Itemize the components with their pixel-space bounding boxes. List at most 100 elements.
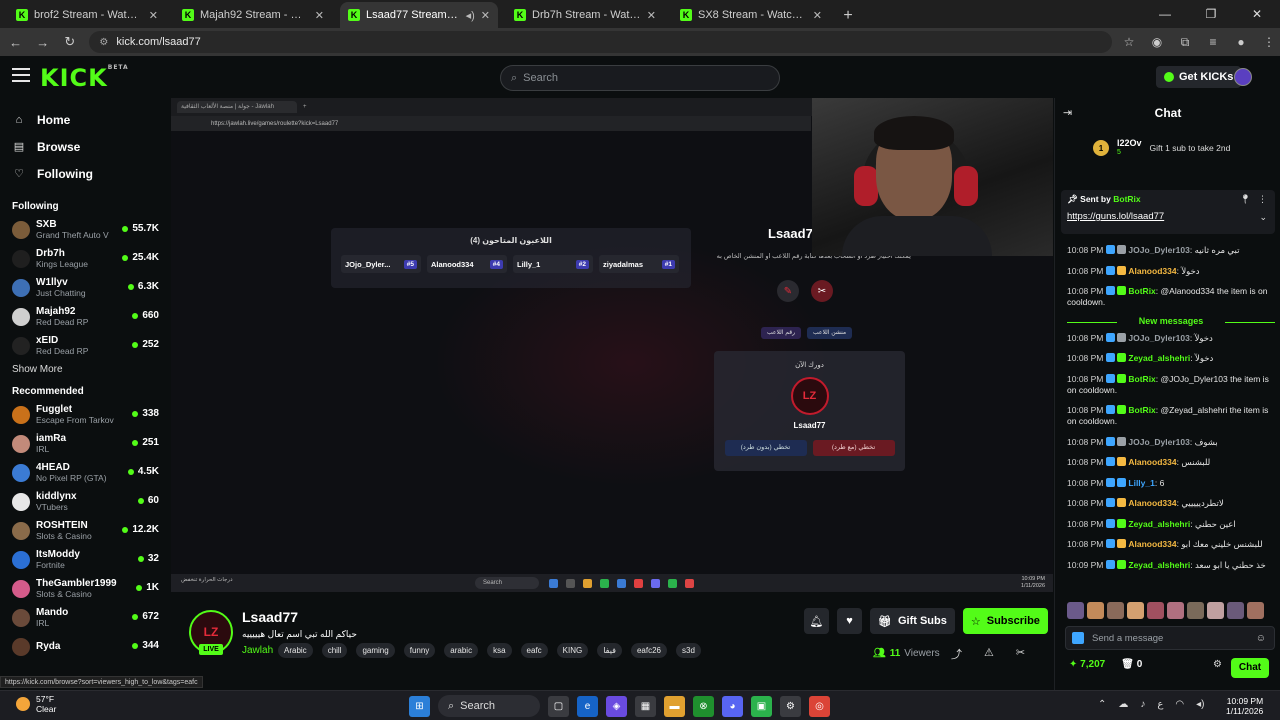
clip-icon[interactable]: ✂ [1016,646,1025,662]
message-user[interactable]: Alanood334 [1128,457,1176,467]
gift-subs-button[interactable]: 🎁︎ Gift Subs [870,608,955,634]
stream-tag[interactable]: KING [556,643,589,658]
reload-icon[interactable]: ↻ [58,30,81,54]
message-user[interactable]: BotRix [1128,286,1155,296]
file-explorer-icon[interactable]: ▬ [664,695,685,717]
more-options-icon[interactable]: ⋮ [1258,194,1267,205]
unpin-icon[interactable]: 📍︎ [1240,194,1251,205]
emote-icon[interactable] [1107,602,1124,619]
message-user[interactable]: BotRix [1128,374,1155,384]
sidebar-channel[interactable]: W1llyv Just Chatting 6.3K [0,273,170,302]
speaker-icon[interactable]: ◂) [466,9,475,22]
microphone-icon[interactable]: ♪ [1140,699,1145,710]
calculator-icon[interactable]: ▦ [635,695,656,717]
close-tab-icon[interactable]: ✕ [481,9,490,22]
emote-icon[interactable] [1087,602,1104,619]
sidebar-nav-following[interactable]: ♡ Following [0,160,170,187]
channel-points[interactable]: ✦ 7,207 [1069,659,1105,670]
message-user[interactable]: Zeyad_alshehri [1128,560,1190,570]
bookmark-star-icon[interactable]: ☆ [1118,31,1140,53]
new-tab-button[interactable]: + [836,4,860,28]
mod-counter[interactable]: 🗑︎ 0 [1121,659,1142,670]
app-icon[interactable]: ▣ [751,695,772,717]
video-player[interactable]: جولة | منصة الألعاب الثقافية - Jawlah + … [171,98,1053,592]
sidebar-channel[interactable]: iamRa IRL 251 [0,429,170,458]
emote-icon[interactable] [1247,602,1264,619]
sidebar-channel[interactable]: SXB Grand Theft Auto V 55.7K [0,215,170,244]
send-chat-button[interactable]: Chat [1231,658,1269,678]
profile-icon[interactable]: ● [1230,31,1252,53]
message-user[interactable]: Lilly_1 [1128,478,1154,488]
stream-category[interactable]: Jawlah [242,645,273,656]
browser-tab[interactable]: KMajah92 Stream - Watch Live o✕ [174,2,332,28]
sidebar-channel[interactable]: Mando IRL 672 [0,603,170,632]
browser-tab[interactable]: Kbrof2 Stream - Watch Live on K✕ [8,2,166,28]
stream-tag[interactable]: funny [403,643,436,658]
xbox-icon[interactable]: ⊗ [693,695,714,717]
message-user[interactable]: Zeyad_alshehri [1128,519,1190,529]
follow-button[interactable]: ♥ [837,608,862,634]
gift-leaderboard[interactable]: 1 l22Ov 5 Gift 1 sub to take 2nd [1093,138,1230,158]
site-info-icon[interactable]: ⚙ [99,37,108,48]
pinned-link[interactable]: https://guns.lol/lsaad77 [1067,211,1269,222]
close-tab-icon[interactable]: ✕ [647,9,656,22]
browser-tab[interactable]: KSX8 Stream - Watch Live on Kic✕ [672,2,830,28]
sidebar-nav-browse[interactable]: ▤ Browse [0,133,170,160]
sidebar-nav-home[interactable]: ⌂ Home [0,106,170,133]
wifi-icon[interactable]: ◠ [1175,699,1184,710]
user-avatar[interactable] [1234,68,1252,86]
menu-icon[interactable]: ⋮ [1258,31,1280,53]
stream-tag[interactable]: chill [321,643,348,658]
media-icon[interactable]: ≡ [1202,31,1224,53]
get-kicks-button[interactable]: Get KICKs [1156,66,1242,88]
message-user[interactable]: Alanood334 [1128,266,1176,276]
emote-icon[interactable] [1167,602,1184,619]
stream-tag[interactable]: فيفا [597,643,622,658]
message-user[interactable]: JOJo_Dyler103 [1128,333,1189,343]
message-user[interactable]: Zeyad_alshehri [1128,353,1190,363]
search-input[interactable]: ⌕ Search [500,65,780,91]
stream-tag[interactable]: gaming [356,643,395,658]
maximize-icon[interactable]: ❐ [1188,0,1234,28]
browser-tab-active[interactable]: KLsaad77 Stream - Watch Live◂)✕ [340,2,498,28]
sidebar-channel[interactable]: ItsModdy Fortnite 32 [0,545,170,574]
emote-icon[interactable] [1207,602,1224,619]
emote-icon[interactable] [1147,602,1164,619]
stream-tag[interactable]: eafc26 [630,643,667,658]
message-user[interactable]: BotRix [1128,405,1155,415]
back-icon[interactable]: ← [4,30,27,54]
emote-icon[interactable] [1127,602,1144,619]
sidebar-channel[interactable]: kiddlynx VTubers 60 [0,487,170,516]
language-icon[interactable]: ع [1157,699,1163,710]
volume-icon[interactable]: ◂) [1196,699,1204,710]
close-tab-icon[interactable]: ✕ [315,9,324,22]
close-window-icon[interactable]: ✕ [1234,0,1280,28]
emote-icon[interactable] [1227,602,1244,619]
system-clock[interactable]: 10:09 PM 1/11/2026 [1226,696,1263,716]
sidebar-channel[interactable]: Majah92 Red Dead RP 660 [0,302,170,331]
forward-icon[interactable]: → [31,30,54,54]
kick-logo[interactable]: KICKBETA [40,64,129,92]
show-hidden-icons-icon[interactable]: ⌃ [1098,699,1106,710]
streamer-name[interactable]: Lsaad77 [242,609,298,625]
close-tab-icon[interactable]: ✕ [813,9,822,22]
show-more-link[interactable]: Show More [0,360,170,380]
notification-bell-button[interactable]: 🔔︎ [804,608,829,634]
close-tab-icon[interactable]: ✕ [149,9,158,22]
sidebar-channel[interactable]: Fugglet Escape From Tarkov 338 [0,400,170,429]
emote-icon[interactable] [1067,602,1084,619]
weather-widget[interactable]: 57°F Clear [16,694,56,714]
stream-tag[interactable]: ksa [487,643,512,658]
windows-start-icon[interactable]: ⊞ [409,695,430,717]
url-field[interactable]: ⚙ kick.com/lsaad77 [89,31,1112,53]
share-icon[interactable]: ⤴ [951,646,962,662]
emoji-icon[interactable]: ☺ [1256,633,1266,644]
extensions-puzzle-icon[interactable]: ⧉ [1174,31,1196,53]
chat-input[interactable]: Send a message ☺ [1065,626,1275,650]
message-user[interactable]: Alanood334 [1128,539,1176,549]
stream-tag[interactable]: arabic [444,643,479,658]
sidebar-channel[interactable]: xEID Red Dead RP 252 [0,331,170,360]
message-user[interactable]: JOJo_Dyler103 [1128,245,1189,255]
sidebar-channel[interactable]: ROSHTEIN Slots & Casino 12.2K [0,516,170,545]
discord-icon[interactable]: ◕ [722,695,743,717]
